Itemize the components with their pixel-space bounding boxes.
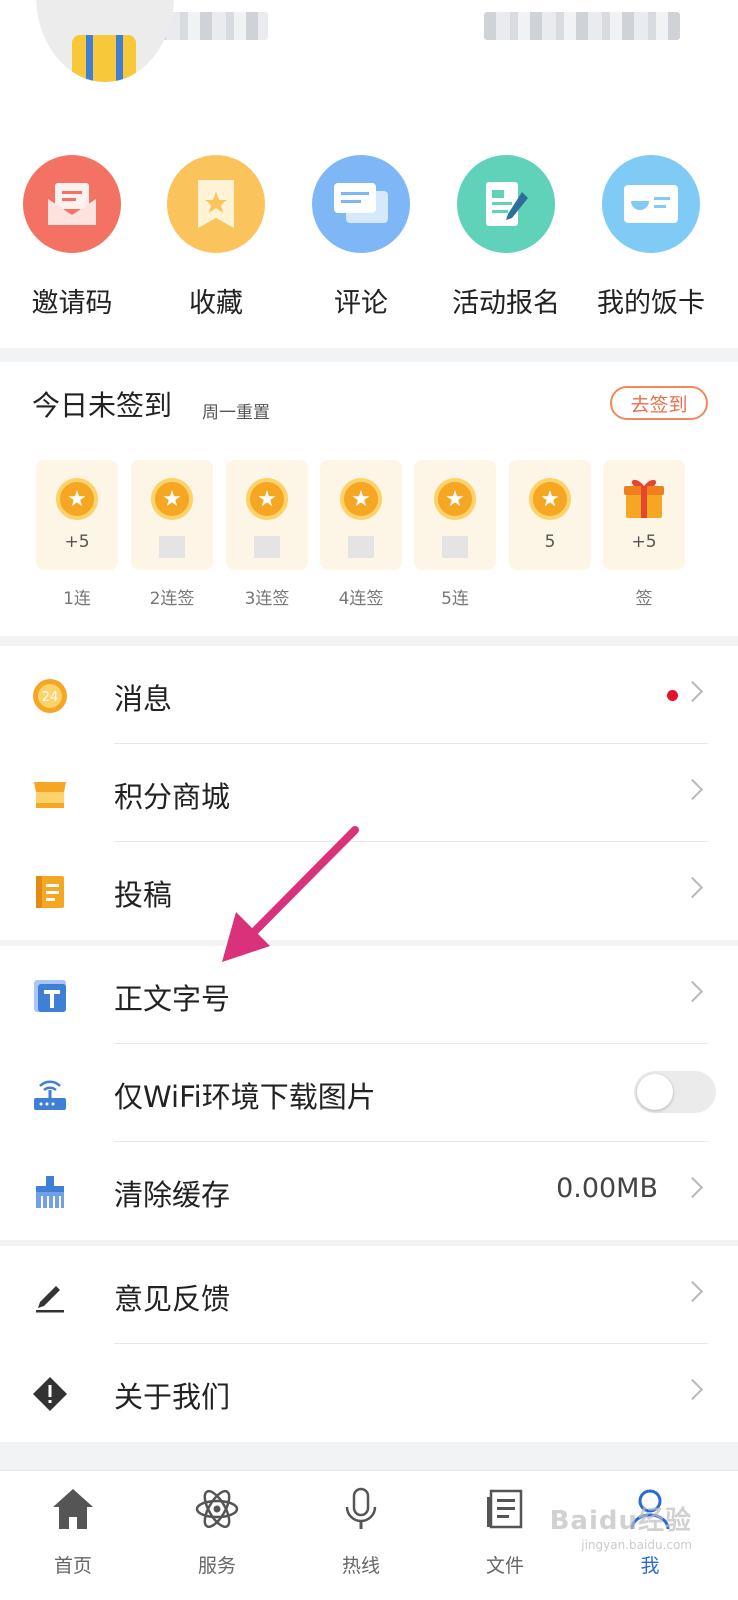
microphone-icon xyxy=(345,1487,377,1529)
tab-documents[interactable]: 文件 xyxy=(455,1485,555,1578)
tab-label: 我 xyxy=(640,1555,660,1577)
watermark-url: jingyan.baidu.com xyxy=(581,1538,692,1552)
tab-services[interactable]: 服务 xyxy=(167,1485,267,1578)
tab-label: 服务 xyxy=(197,1555,236,1577)
tab-hotline[interactable]: 热线 xyxy=(311,1485,411,1578)
tab-label: 文件 xyxy=(485,1555,524,1577)
document-icon xyxy=(487,1489,523,1529)
watermark-logo: Baidu经验 xyxy=(549,1506,692,1536)
atom-icon xyxy=(195,1489,239,1529)
home-icon xyxy=(53,1489,93,1529)
annotation-arrow xyxy=(222,826,359,962)
tab-label: 首页 xyxy=(53,1555,92,1577)
tab-label: 热线 xyxy=(341,1555,380,1577)
tab-home[interactable]: 首页 xyxy=(23,1485,123,1578)
